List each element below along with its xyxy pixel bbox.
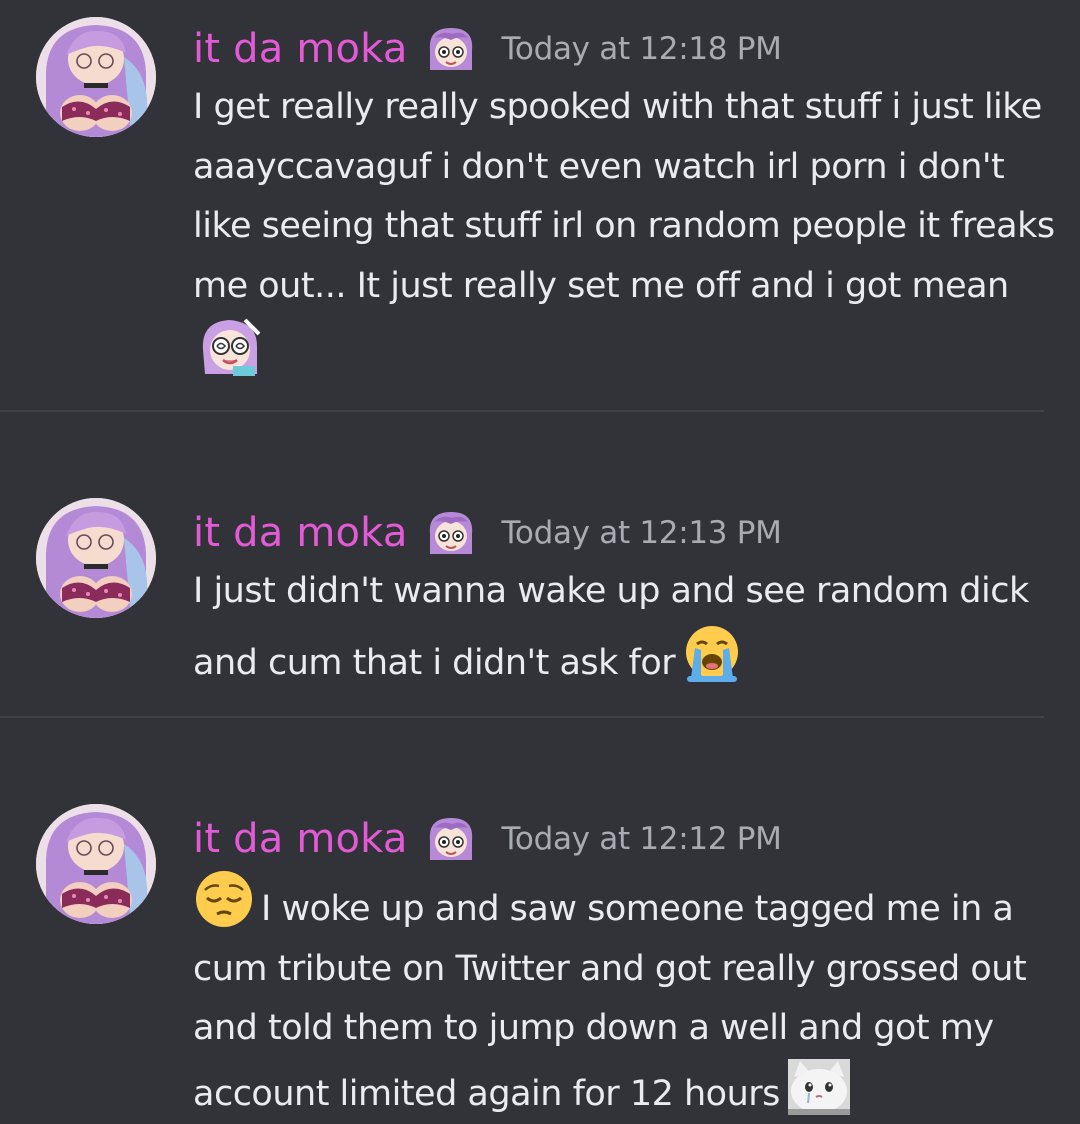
- message-text: I just didn't wanna wake up and see rand…: [193, 571, 1029, 683]
- message-header: it da moka Today at 12:18 PM: [193, 24, 782, 74]
- moka-chibi-icon: [422, 24, 480, 74]
- message-divider: [0, 410, 1044, 412]
- moka-chibi-icon: [422, 814, 480, 864]
- message-text: I get really really spooked with that st…: [193, 87, 1055, 306]
- timestamp: Today at 12:13 PM: [501, 515, 782, 551]
- message-content: I woke up and saw someone tagged me in a…: [193, 868, 1063, 1124]
- loudly-crying-emoji[interactable]: [681, 622, 743, 684]
- message-content: I just didn't wanna wake up and see rand…: [193, 562, 1063, 693]
- moka-chibi-icon: [422, 508, 480, 558]
- username[interactable]: it da moka: [193, 510, 408, 556]
- username[interactable]: it da moka: [193, 26, 408, 72]
- user-avatar[interactable]: [36, 498, 156, 618]
- user-avatar[interactable]: [36, 17, 156, 137]
- message-content: I get really really spooked with that st…: [193, 78, 1063, 388]
- moka-dizzy-emote[interactable]: [199, 316, 261, 378]
- message-header: it da moka Today at 12:13 PM: [193, 508, 782, 558]
- timestamp: Today at 12:12 PM: [501, 821, 782, 857]
- message-header: it da moka Today at 12:12 PM: [193, 814, 782, 864]
- crying-cat-emote[interactable]: [787, 1058, 850, 1115]
- message-text: I woke up and saw someone tagged me in a…: [193, 889, 1027, 1114]
- user-avatar[interactable]: [36, 804, 156, 924]
- username[interactable]: it da moka: [193, 816, 408, 862]
- message-divider: [0, 716, 1044, 718]
- pensive-face-emoji[interactable]: [193, 868, 255, 930]
- timestamp: Today at 12:18 PM: [501, 31, 782, 67]
